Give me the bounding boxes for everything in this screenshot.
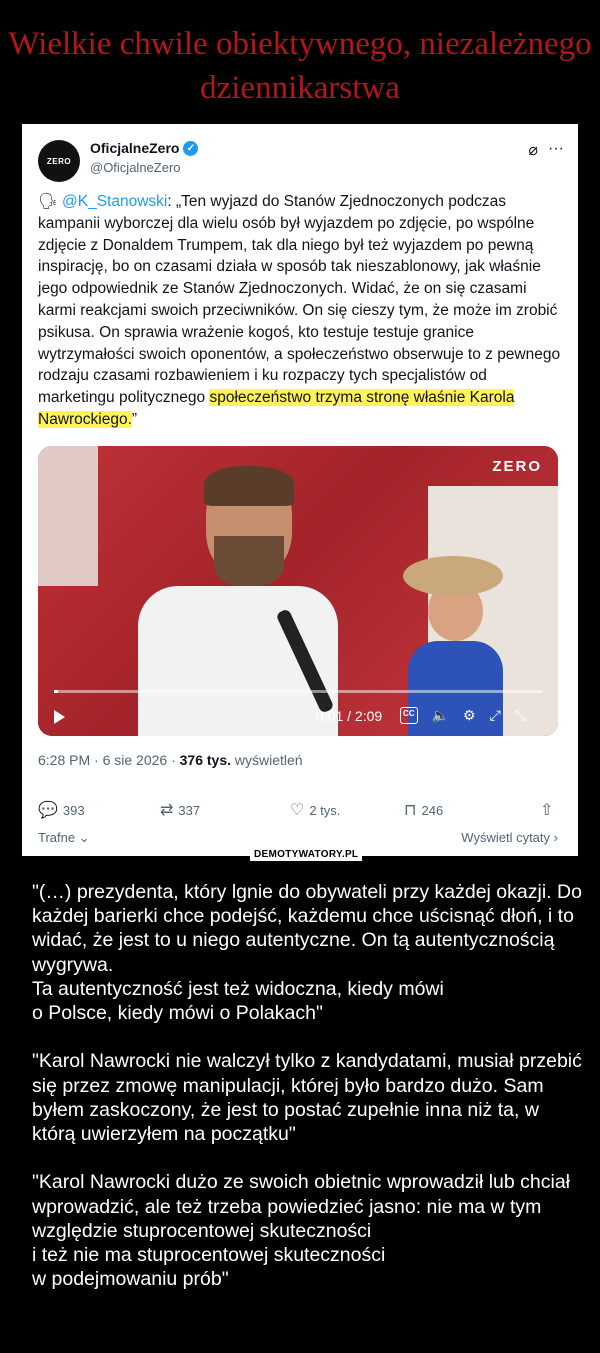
- retweet-count: 337: [178, 802, 201, 818]
- play-icon[interactable]: [54, 710, 65, 724]
- fullscreen-icon[interactable]: ⤡: [515, 707, 526, 724]
- bookmark-icon: ⊓: [404, 802, 417, 819]
- sort-label: Trafne: [38, 830, 76, 845]
- heart-icon: ♡: [290, 802, 305, 819]
- like-count: 2 tys.: [309, 802, 341, 818]
- views-label: wyświetleń: [231, 752, 303, 768]
- speaker-icon: 🗣: [38, 193, 58, 210]
- tweet-card: ZERO OficjalneZero ✓ @OficjalneZero ⌀ ··…: [22, 124, 578, 861]
- chevron-right-icon: ›: [553, 830, 558, 845]
- mention-link[interactable]: @K_Stanowski: [62, 193, 167, 210]
- watermark: DEMOTYWATORY.PL: [250, 848, 363, 861]
- pip-icon[interactable]: ⤢: [490, 707, 501, 724]
- caption-text: "(…) prezydenta, który lgnie do obywatel…: [32, 881, 582, 1291]
- retweet-icon: ⇄: [160, 802, 174, 819]
- video-player[interactable]: ZERO 0:01 / 2:09 CC 🔈 ⚙ ⤢ ⤡: [38, 446, 558, 736]
- video-progress-fill: [54, 690, 58, 693]
- reply-count: 393: [62, 802, 85, 818]
- reply-icon: 💬: [38, 802, 58, 819]
- video-bg-left: [38, 446, 98, 586]
- video-speaker: [138, 466, 338, 736]
- like-button[interactable]: ♡ 2 tys.: [290, 800, 340, 820]
- settings-icon[interactable]: ⚙: [463, 707, 476, 724]
- volume-icon[interactable]: 🔈: [432, 707, 449, 724]
- quotes-label: Wyświetl cytaty: [461, 830, 551, 845]
- chevron-down-icon: ⌄: [78, 830, 90, 845]
- reply-button[interactable]: 💬 393: [38, 800, 85, 820]
- page-title: Wielkie chwile obiektywnego, niezależneg…: [8, 26, 592, 106]
- captions-icon[interactable]: CC: [400, 707, 418, 724]
- more-icon[interactable]: ···: [548, 140, 564, 160]
- handle[interactable]: @OficjalneZero: [90, 160, 181, 175]
- tweet-meta: 6:28 PM · 6 sie 2026 · 376 tys. wyświetl…: [38, 752, 303, 768]
- avatar[interactable]: ZERO: [38, 140, 80, 182]
- tweet-body: : „Ten wyjazd do Stanów Zjednoczonych po…: [38, 193, 561, 407]
- tweet-end: ”: [131, 410, 138, 428]
- share-button[interactable]: ⇧: [540, 800, 553, 820]
- video-progress-bar[interactable]: [54, 690, 542, 693]
- action-bar: 💬 393 ⇄ 337 ♡ 2 tys. ⊓ 246 ⇧: [38, 800, 558, 820]
- bookmark-count: 246: [421, 802, 444, 818]
- display-name-row[interactable]: OficjalneZero ✓: [90, 140, 199, 156]
- views-count: 376 tys.: [179, 752, 232, 768]
- video-time: 0:01 / 2:09: [316, 708, 383, 724]
- video-controls: CC 🔈 ⚙ ⤢ ⤡: [400, 707, 526, 724]
- display-name[interactable]: OficjalneZero: [90, 140, 179, 156]
- view-quotes-link[interactable]: Wyświetl cytaty ›: [461, 830, 558, 845]
- bookmark-button[interactable]: ⊓ 246: [404, 800, 443, 820]
- retweet-button[interactable]: ⇄ 337: [160, 800, 200, 820]
- tweet-timestamp[interactable]: 6:28 PM · 6 sie 2026 ·: [38, 752, 180, 768]
- tweet-text: 🗣 @K_Stanowski: „Ten wyjazd do Stanów Zj…: [38, 191, 566, 431]
- top-icons: ⌀ ···: [528, 140, 564, 160]
- verified-icon: ✓: [183, 140, 199, 156]
- video-logo: ZERO: [492, 458, 542, 475]
- sort-dropdown[interactable]: Trafne ⌄: [38, 830, 90, 846]
- grok-icon[interactable]: ⌀: [528, 140, 538, 160]
- share-icon: ⇧: [540, 802, 554, 819]
